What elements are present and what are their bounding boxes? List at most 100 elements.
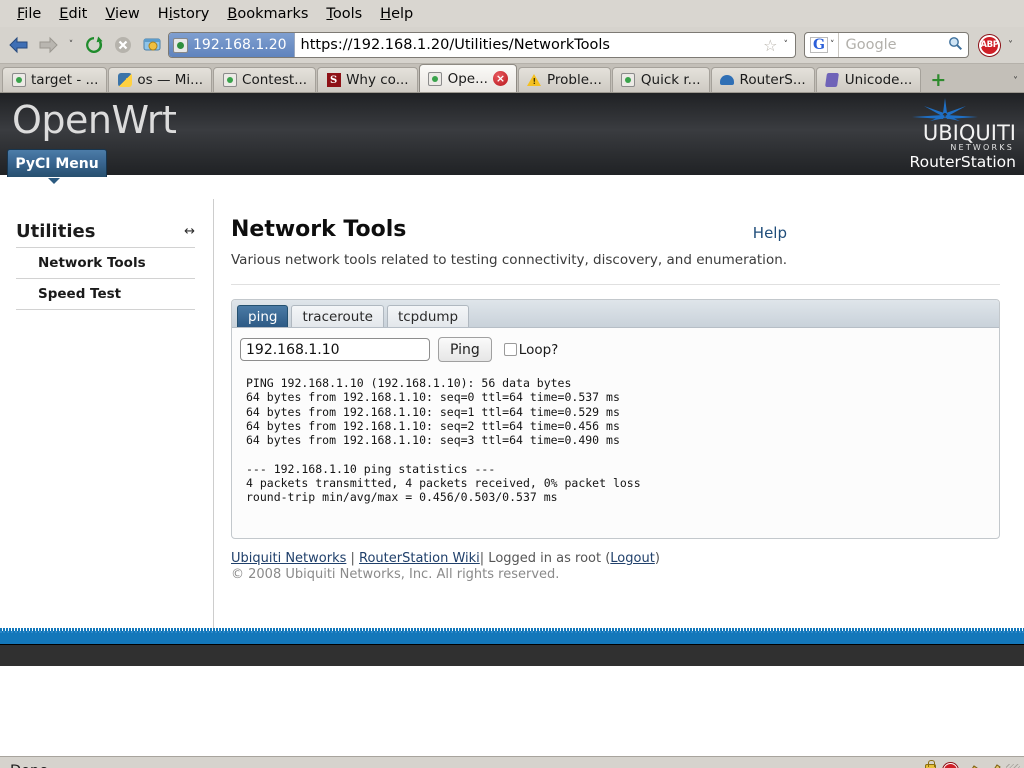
search-engine-selector[interactable]: G ˅ [805,33,840,57]
tab-label: Proble... [546,72,602,88]
tab-label: RouterS... [739,72,806,88]
sidebar-title: Utilities [16,221,96,242]
adblock-plus-icon[interactable]: ABP [979,34,1000,56]
status-bar: Done ABP [0,756,1024,768]
history-dropdown-caret-icon[interactable]: ˅ [64,32,78,58]
tab-tcpdump[interactable]: tcpdump [386,305,470,327]
back-arrow-icon[interactable] [6,32,32,58]
routerstation-wiki-link[interactable]: RouterStation Wiki [359,551,480,566]
tab-label: Quick r... [640,72,701,88]
site-identity-box[interactable]: 192.168.1.20 [169,33,295,57]
menu-history[interactable]: History [149,4,219,24]
extension-icon[interactable] [987,763,1002,768]
bookmark-star-icon[interactable]: ☆ [757,36,783,55]
window-resize-grip[interactable] [1006,763,1020,768]
login-status-text: | Logged in as root ( [479,551,611,566]
footer-links: Ubiquiti Networks | RouterStation Wiki| … [231,551,1000,566]
magnifier-icon[interactable] [948,36,968,55]
python-icon [117,73,132,88]
loop-checkbox[interactable] [503,343,517,356]
loop-checkbox-group[interactable]: Loop? [503,342,558,358]
browser-tab[interactable]: Proble... [517,67,611,92]
tab-label: Unicode... [844,72,913,88]
browser-tab[interactable]: RouterS... [710,67,815,92]
openwrt-brand: OpenWrt [12,98,177,142]
tab-list-caret-icon[interactable]: ˅ [1013,76,1024,92]
sidebar-item-speed-test[interactable]: Speed Test [16,279,195,310]
close-icon[interactable]: × [492,71,508,86]
ping-submit-button[interactable]: Ping [438,337,492,362]
noscript-icon[interactable] [965,763,980,768]
browser-tab[interactable]: S Why co... [317,67,418,92]
browser-tab[interactable]: Quick r... [611,67,710,92]
tools-panel: ping traceroute tcpdump Ping Loop? PING … [231,299,1000,539]
ping-form: Ping Loop? [232,328,999,362]
product-name: RouterStation [909,153,1016,171]
ubiquiti-networks-link[interactable]: Ubiquiti Networks [231,551,346,566]
google-icon: G [810,37,828,53]
tab-traceroute[interactable]: traceroute [291,305,384,327]
new-tab-button[interactable]: + [922,71,954,92]
reload-icon[interactable] [81,32,107,58]
menu-file[interactable]: File [8,4,50,24]
tab-label: Why co... [346,72,409,88]
ping-host-input[interactable] [240,338,430,361]
ping-output: PING 192.168.1.10 (192.168.1.10): 56 dat… [246,376,641,505]
help-link[interactable]: Help [753,224,787,242]
tab-label: Contest... [242,72,308,88]
page-viewport: OpenWrt UBIQUITI NETWORKS RouterStation … [0,93,1024,756]
browser-tab[interactable]: target - ... [2,67,108,92]
tab-ping[interactable]: ping [237,305,289,327]
address-bar[interactable]: 192.168.1.20 https://192.168.1.20/Utilit… [168,32,796,58]
menu-help[interactable]: Help [371,4,422,24]
collapse-toggle-icon[interactable]: ↔ [184,224,195,239]
router-icon [720,73,735,88]
page-blank-area [0,666,1024,756]
tab-bar: target - ... os — Mi... Contest... S Why… [0,63,1024,92]
search-engine-caret-icon[interactable]: ˅ [830,40,835,50]
navigation-toolbar: ˅ 192.168.1.20 https://192.168.1.20/Util… [0,27,1024,63]
menu-edit[interactable]: Edit [50,4,96,24]
main-content: Network Tools Help Various network tools… [213,199,1024,628]
status-text: Done [10,763,48,768]
menu-tools[interactable]: Tools [317,4,371,24]
site-identity-icon [173,37,188,53]
pyci-menu-caret-icon [48,178,60,184]
footer-bar [0,644,1024,666]
tab-label: Ope... [447,70,488,87]
unicode-icon [825,73,840,88]
adblock-status-icon[interactable]: ABP [943,763,958,768]
sidebar-item-network-tools[interactable]: Network Tools [16,248,195,279]
sidebar-header: Utilities ↔ [16,221,195,248]
home-icon[interactable] [139,32,165,58]
browser-chrome: File Edit View History Bookmarks Tools H… [0,0,1024,93]
address-bar-text[interactable]: https://192.168.1.20/Utilities/NetworkTo… [295,37,758,53]
tab-label: os — Mi... [137,72,204,88]
pyci-menu-button[interactable]: PyCI Menu [7,149,107,177]
page-description: Various network tools related to testing… [231,252,1000,285]
browser-tab[interactable]: os — Mi... [108,67,213,92]
pyci-menu-bar: PyCI Menu [0,149,1024,199]
generic-page-icon [11,73,26,88]
title-row: Network Tools Help [231,217,1000,242]
page-title: Network Tools [231,217,407,242]
browser-tab[interactable]: Unicode... [815,67,922,92]
stop-icon [110,32,136,58]
tool-tabs: ping traceroute tcpdump [232,300,999,328]
toolbar-overflow-caret-icon[interactable]: ˅ [1003,40,1018,51]
page-body: Utilities ↔ Network Tools Speed Test Net… [0,199,1024,628]
search-input[interactable]: Google [839,37,948,53]
browser-tab-active[interactable]: Ope... × [418,64,517,92]
menu-view[interactable]: View [96,4,148,24]
search-bar[interactable]: G ˅ Google [804,32,969,58]
ubiquiti-starburst-icon [902,97,988,131]
logout-link[interactable]: Logout [610,551,655,566]
browser-tab[interactable]: Contest... [213,67,317,92]
generic-page-icon [428,71,443,86]
ssl-lock-icon[interactable] [925,760,936,768]
warning-icon [527,73,542,88]
menu-bookmarks[interactable]: Bookmarks [218,4,317,24]
menu-bar: File Edit View History Bookmarks Tools H… [0,0,1024,27]
tab-label: target - ... [31,72,99,88]
address-dropdown-caret-icon[interactable]: ˅ [784,40,796,50]
